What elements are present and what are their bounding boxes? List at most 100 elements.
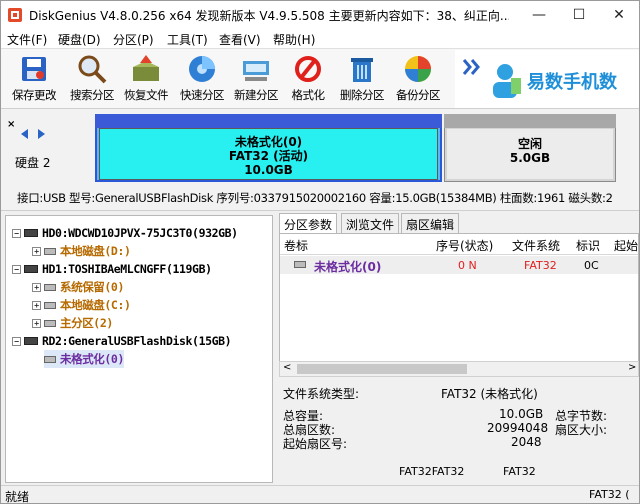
trash-icon (351, 58, 373, 82)
backup-partition-button[interactable]: 备份分区 (389, 53, 447, 107)
status-fs: FAT32 ( (589, 488, 630, 501)
person-icon (493, 64, 521, 98)
save-changes-button[interactable]: 保存更改 (5, 53, 63, 107)
app-icon (8, 8, 22, 22)
disk-icon (24, 337, 38, 345)
disk-label: 硬盘 2 (15, 156, 51, 170)
partition-icon (44, 319, 56, 327)
promo-banner[interactable]: 易数手机数 (455, 50, 639, 108)
table-row[interactable]: 未格式化(0) 0 N FAT32 0C (280, 256, 638, 274)
search-partition-button[interactable]: 搜索分区 (63, 53, 121, 107)
partition-icon (44, 301, 56, 309)
tree-item-partition[interactable]: + 主分区(2) (32, 314, 113, 332)
scrollbar-thumb[interactable] (297, 364, 467, 374)
tree-item-disk[interactable]: − RD2:GeneralUSBFlashDisk(15GB) (12, 332, 232, 350)
partition-icon (294, 261, 306, 268)
toolbar-label: 备份分区 (396, 88, 441, 102)
row-name: 未格式化(0) (314, 260, 382, 274)
fs-type-label: 文件系统类型: (283, 387, 360, 401)
column-header[interactable]: 标识 (576, 237, 600, 254)
banner-text: 易数手机数 (527, 72, 617, 93)
diskgenius-window: DiskGenius V4.8.0.256 x64 发现新版本 V4.9.5.5… (0, 0, 640, 504)
tree-item-partition[interactable]: + 本地磁盘(C:) (32, 296, 131, 314)
tree-item-partition[interactable]: + 系统保留(0) (32, 278, 124, 296)
row-index: 0 N (458, 259, 477, 272)
tab-partition-params[interactable]: 分区参数 (279, 213, 338, 233)
column-header[interactable]: 卷标 (284, 237, 308, 254)
tree-label: 本地磁盘(D:) (60, 244, 131, 258)
free-label: 空闲 (517, 137, 542, 151)
nav-arrows-icon[interactable] (21, 129, 45, 139)
arrows-icon (462, 59, 480, 75)
partition-free-body[interactable]: 空闲 5.0GB (447, 129, 613, 179)
new-partition-button[interactable]: 新建分区 (227, 53, 285, 107)
start-sector-value: 2048 (511, 435, 542, 449)
pie-icon (405, 56, 431, 82)
close-panel-icon[interactable]: × (7, 119, 15, 130)
tree-label: 主分区(2) (60, 316, 113, 330)
disk-quick-icon (189, 56, 215, 82)
disk-info-line: 接口:USB 型号:GeneralUSBFlashDisk 序列号:033791… (17, 191, 613, 205)
partition-size: 10.0GB (244, 163, 293, 177)
menu-file[interactable]: 文件(F) (7, 31, 47, 48)
tree-label: HD1:TOSHIBAeMLCNGFF(119GB) (42, 262, 212, 276)
tree-label: RD2:GeneralUSBFlashDisk(15GB) (42, 334, 232, 348)
toolbar-label: 格式化 (291, 88, 326, 102)
tree-item-disk[interactable]: − HD0:WDCWD10JPVX-75JC3T0(932GB) (12, 224, 238, 242)
column-header[interactable]: 文件系统 (512, 237, 560, 254)
format-icon (295, 56, 321, 82)
title-bar: DiskGenius V4.8.0.256 x64 发现新版本 V4.9.5.5… (1, 1, 639, 29)
disk-icon (24, 265, 38, 273)
menu-help[interactable]: 帮助(H) (273, 31, 315, 48)
menu-disk[interactable]: 硬盘(D) (58, 31, 101, 48)
row-id: 0C (584, 259, 599, 272)
partition-icon (44, 283, 56, 291)
partition-free-header (444, 114, 616, 128)
fat-info-b: FAT32 (503, 465, 536, 478)
collapse-icon[interactable]: − (12, 264, 21, 274)
menu-view[interactable]: 查看(V) (219, 31, 261, 48)
format-button[interactable]: 格式化 (279, 53, 337, 107)
expand-icon[interactable]: + (32, 318, 41, 328)
partition-table: 卷标 序号(状态) 文件系统 标识 起始 未格式化(0) 0 N FAT32 0… (279, 233, 639, 363)
tab-browse-files[interactable]: 浏览文件 (341, 213, 400, 233)
header-divider (280, 254, 638, 255)
quick-partition-button[interactable]: 快速分区 (173, 53, 231, 107)
partition-icon (44, 247, 56, 255)
maximize-button[interactable]: ☐ (559, 1, 599, 29)
recover-box-icon (133, 55, 159, 81)
scroll-left-icon[interactable]: < (283, 362, 291, 373)
toolbar-label: 新建分区 (234, 88, 279, 102)
toolbar-label: 保存更改 (12, 88, 57, 102)
tree-item-disk[interactable]: − HD1:TOSHIBAeMLCNGFF(119GB) (12, 260, 212, 278)
tree-label: 本地磁盘(C:) (60, 298, 131, 312)
expand-icon[interactable]: + (32, 282, 41, 292)
partition-used-body[interactable]: 未格式化(0) FAT32 (活动) 10.0GB (99, 128, 438, 180)
partition-icon (44, 355, 56, 363)
tab-sector-edit[interactable]: 扇区编辑 (401, 213, 460, 233)
column-header[interactable]: 起始 (614, 237, 638, 254)
toolbar-label: 搜索分区 (70, 88, 115, 102)
expand-icon[interactable]: + (32, 300, 41, 310)
tree-item-partition-selected[interactable]: 未格式化(0) (44, 350, 124, 368)
tree-label: HD0:WDCWD10JPVX-75JC3T0(932GB) (42, 226, 238, 240)
window-title: DiskGenius V4.8.0.256 x64 发现新版本 V4.9.5.5… (29, 9, 509, 23)
collapse-icon[interactable]: − (12, 336, 21, 346)
partition-used-header (95, 114, 442, 128)
recover-files-button[interactable]: 恢复文件 (117, 53, 175, 107)
toolbar-label: 快速分区 (180, 88, 225, 102)
search-icon (78, 55, 107, 84)
expand-icon[interactable]: + (32, 246, 41, 256)
close-button[interactable]: ✕ (599, 1, 639, 29)
menu-bar: 文件(F) 硬盘(D) 分区(P) 工具(T) 查看(V) 帮助(H) (1, 29, 639, 49)
menu-partition[interactable]: 分区(P) (113, 31, 154, 48)
delete-partition-button[interactable]: 删除分区 (333, 53, 391, 107)
tree-item-partition[interactable]: + 本地磁盘(D:) (32, 242, 131, 260)
menu-tools[interactable]: 工具(T) (167, 31, 208, 48)
minimize-button[interactable]: — (519, 1, 559, 29)
collapse-icon[interactable]: − (12, 228, 21, 238)
partition-name: 未格式化(0) (234, 135, 303, 149)
free-size: 5.0GB (509, 151, 551, 165)
scroll-right-icon[interactable]: > (628, 362, 636, 373)
column-header[interactable]: 序号(状态) (436, 237, 493, 254)
